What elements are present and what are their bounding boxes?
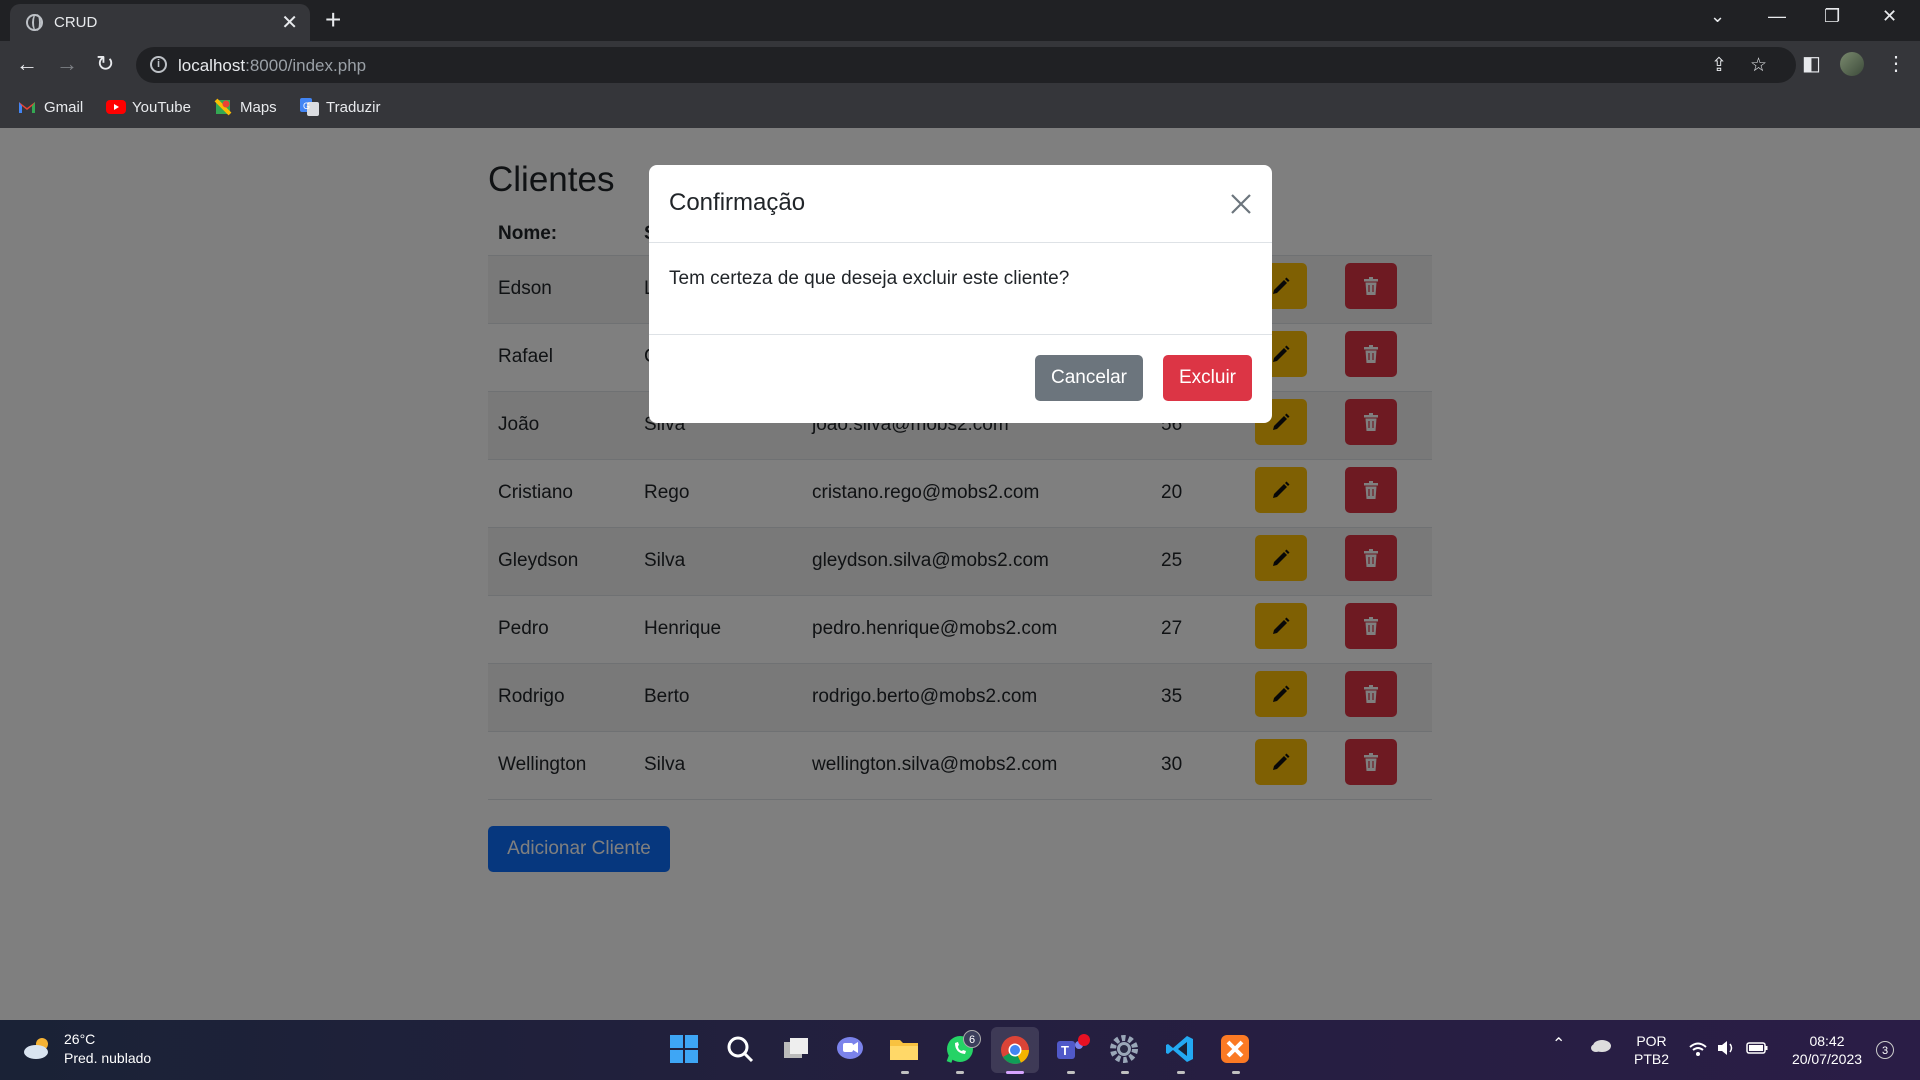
close-window-button[interactable]: ✕ bbox=[1882, 6, 1897, 27]
bookmark-maps[interactable]: Maps bbox=[214, 98, 277, 116]
keyboard-layout: PTB2 bbox=[1634, 1051, 1670, 1067]
settings-gear-icon[interactable] bbox=[1108, 1033, 1142, 1067]
gmail-icon bbox=[18, 98, 36, 116]
confirm-delete-modal: Confirmação Tem certeza de que deseja ex… bbox=[649, 165, 1272, 423]
weather-temperature[interactable]: 26°C bbox=[64, 1031, 95, 1047]
bookmark-star-icon[interactable]: ☆ bbox=[1750, 54, 1767, 77]
cloudy-weather-icon[interactable] bbox=[22, 1036, 54, 1060]
language-indicator[interactable]: POR PTB2 bbox=[1634, 1032, 1669, 1068]
address-bar[interactable]: i localhost:8000/index.php ⇪ ☆ bbox=[136, 47, 1796, 83]
weather-description[interactable]: Pred. nublado bbox=[64, 1050, 151, 1066]
running-indicator bbox=[901, 1071, 909, 1074]
svg-text:G: G bbox=[303, 101, 310, 111]
bookmark-label: Maps bbox=[240, 98, 277, 116]
maps-icon bbox=[214, 98, 232, 116]
menu-icon[interactable]: ⋮ bbox=[1886, 51, 1906, 76]
profile-avatar[interactable] bbox=[1840, 52, 1864, 76]
running-indicator bbox=[1121, 1071, 1129, 1074]
modal-message: Tem certeza de que deseja excluir este c… bbox=[669, 268, 1070, 289]
bookmark-label: YouTube bbox=[132, 98, 191, 116]
browser-tab[interactable]: CRUD ✕ bbox=[10, 4, 310, 41]
new-tab-button[interactable]: + bbox=[325, 4, 341, 36]
cancel-button[interactable]: Cancelar bbox=[1035, 355, 1143, 401]
chat-icon[interactable] bbox=[834, 1033, 868, 1067]
tab-title: CRUD bbox=[54, 14, 98, 31]
bookmark-label: Traduzir bbox=[326, 98, 381, 116]
teams-notification-dot bbox=[1078, 1034, 1090, 1046]
running-indicator bbox=[1177, 1071, 1185, 1074]
language-code: POR bbox=[1636, 1033, 1667, 1049]
chevron-up-icon[interactable]: ⌃ bbox=[1552, 1036, 1565, 1054]
back-button[interactable]: ← bbox=[16, 51, 38, 77]
modal-header: Confirmação bbox=[649, 165, 1272, 243]
browser-toolbar: ← → ↻ i localhost:8000/index.php ⇪ ☆ ◧ ⋮ bbox=[0, 41, 1920, 89]
bookmarks-bar: Gmail YouTube Maps G Traduzir bbox=[0, 89, 1920, 128]
bookmark-gmail[interactable]: Gmail bbox=[18, 98, 83, 116]
tab-search-icon[interactable]: ⌄ bbox=[1710, 6, 1725, 27]
xampp-icon[interactable] bbox=[1219, 1033, 1253, 1067]
chrome-taskbar-icon[interactable] bbox=[991, 1027, 1039, 1073]
volume-icon[interactable] bbox=[1716, 1040, 1736, 1060]
site-info-icon[interactable]: i bbox=[150, 56, 167, 73]
modal-footer: Cancelar Excluir bbox=[649, 334, 1272, 423]
wifi-icon[interactable] bbox=[1688, 1041, 1708, 1061]
clock[interactable]: 08:42 20/07/2023 bbox=[1784, 1032, 1870, 1068]
clock-date: 20/07/2023 bbox=[1791, 1051, 1863, 1067]
bookmark-traduzir[interactable]: G Traduzir bbox=[300, 98, 380, 116]
running-indicator bbox=[956, 1071, 964, 1074]
svg-text:T: T bbox=[1061, 1043, 1069, 1058]
task-view-icon[interactable] bbox=[780, 1033, 814, 1067]
side-panel-icon[interactable]: ◧ bbox=[1802, 51, 1821, 76]
file-explorer-icon[interactable] bbox=[888, 1033, 922, 1067]
translate-icon: G bbox=[300, 98, 319, 116]
running-indicator bbox=[1232, 1071, 1240, 1074]
youtube-icon bbox=[106, 98, 126, 116]
onedrive-cloud-icon[interactable] bbox=[1590, 1038, 1612, 1056]
battery-icon[interactable] bbox=[1746, 1041, 1768, 1059]
clock-time: 08:42 bbox=[1809, 1033, 1845, 1049]
bookmark-label: Gmail bbox=[44, 98, 84, 116]
restore-button[interactable]: ❐ bbox=[1824, 6, 1840, 27]
windows-taskbar: 26°C Pred. nublado 6 T ⌃ POR PTB2 08:42 … bbox=[0, 1020, 1920, 1080]
windows-start-icon[interactable] bbox=[668, 1033, 702, 1067]
url-text: localhost:8000/index.php bbox=[178, 56, 367, 75]
globe-icon bbox=[26, 14, 43, 31]
close-icon[interactable] bbox=[1226, 189, 1256, 219]
active-indicator bbox=[1006, 1071, 1024, 1074]
confirm-delete-button[interactable]: Excluir bbox=[1163, 355, 1252, 401]
bookmark-youtube[interactable]: YouTube bbox=[106, 98, 191, 116]
forward-button[interactable]: → bbox=[56, 51, 78, 77]
vscode-icon[interactable] bbox=[1164, 1033, 1198, 1067]
minimize-button[interactable]: — bbox=[1768, 6, 1786, 27]
notification-count-badge[interactable]: 3 bbox=[1876, 1041, 1894, 1059]
running-indicator bbox=[1067, 1071, 1075, 1074]
search-icon[interactable] bbox=[724, 1033, 758, 1067]
whatsapp-badge: 6 bbox=[963, 1030, 981, 1048]
modal-title: Confirmação bbox=[669, 189, 806, 216]
browser-tab-bar: CRUD ✕ + ⌄ — ❐ ✕ bbox=[0, 0, 1920, 41]
close-tab-icon[interactable]: ✕ bbox=[281, 10, 298, 35]
reload-button[interactable]: ↻ bbox=[96, 51, 114, 77]
share-icon[interactable]: ⇪ bbox=[1711, 54, 1727, 77]
